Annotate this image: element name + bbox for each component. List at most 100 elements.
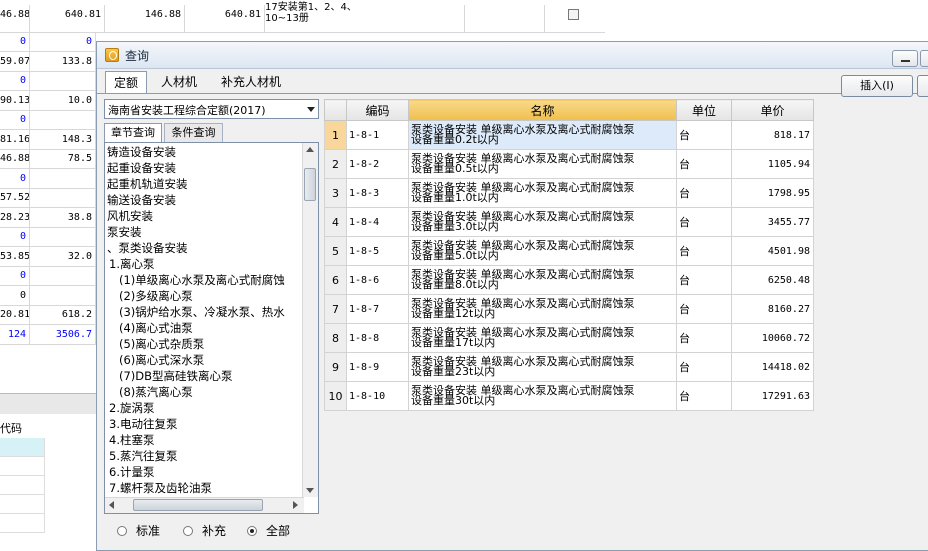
background-row[interactable]: 53.85 32.0 [0,246,96,267]
row-number[interactable]: 7 [324,294,347,324]
close-button[interactable] [917,75,928,97]
background-row[interactable]: 0 [0,110,96,130]
tree-item[interactable]: 输送设备安装 [107,192,176,208]
tree-vertical-scrollbar[interactable] [302,143,318,497]
price-cell[interactable]: 17291.63 [731,381,814,411]
background-row[interactable]: 20.81 618.2 [0,305,96,325]
table-row[interactable]: 10 1-8-10 泵类设备安装 单级离心水泵及离心式耐腐蚀泵 设备重量30t以内台 1… [324,381,814,411]
unit-cell[interactable]: 台 [676,381,732,411]
name-cell[interactable]: 泵类设备安装 单级离心水泵及离心式耐腐蚀泵 设备重量12t以内 [408,294,677,324]
background-row[interactable]: 0 [0,227,96,247]
dialog-titlebar[interactable]: 查询 [97,42,928,69]
scroll-thumb[interactable] [133,499,263,511]
name-cell[interactable]: 泵类设备安装 单级离心水泵及离心式耐腐蚀泵 设备重量23t以内 [408,352,677,382]
tree-item[interactable]: (1)单级离心水泵及离心式耐腐蚀 [119,272,285,288]
price-column-header[interactable]: 单价 [731,99,814,121]
price-cell[interactable]: 1798.95 [731,178,814,208]
unit-cell[interactable]: 台 [676,149,732,179]
background-row[interactable]: 0 [0,168,96,189]
price-cell[interactable]: 4501.98 [731,236,814,266]
table-row[interactable]: 8 1-8-8 泵类设备安装 单级离心水泵及离心式耐腐蚀泵 设备重量17t以内台 100… [324,323,814,353]
code-cell[interactable]: 1-8-2 [346,149,409,179]
background-row[interactable]: 124 3506.7 [0,324,96,345]
background-selected-row[interactable] [0,438,45,457]
radio-all[interactable]: 全部 [247,523,290,539]
background-row[interactable]: 46.88 78.5 [0,149,96,169]
quota-library-select[interactable]: 海南省安装工程综合定额(2017) [104,99,319,119]
unit-cell[interactable]: 台 [676,236,732,266]
tree-item[interactable]: 铸造设备安装 [107,144,176,160]
background-row[interactable]: 0 [0,71,96,91]
name-cell[interactable]: 泵类设备安装 单级离心水泵及离心式耐腐蚀泵 设备重量8.0t以内 [408,265,677,295]
unit-cell[interactable]: 台 [676,265,732,295]
background-row[interactable]: 90.13 10.0 [0,90,96,111]
code-cell[interactable]: 1-8-10 [346,381,409,411]
price-cell[interactable]: 6250.48 [731,265,814,295]
row-number[interactable]: 9 [324,352,347,382]
tree-item[interactable]: (6)离心式深水泵 [119,352,204,368]
unit-cell[interactable]: 台 [676,120,732,150]
tree-item[interactable]: (4)离心式油泵 [119,320,193,336]
name-cell[interactable]: 泵类设备安装 单级离心水泵及离心式耐腐蚀泵 设备重量30t以内 [408,381,677,411]
background-row[interactable]: 0 [0,285,96,306]
tree-item[interactable]: 6.计量泵 [109,464,154,480]
background-row[interactable]: 59.07 133.8 [0,51,96,72]
tree-item[interactable]: 2.旋涡泵 [109,400,154,416]
tree-item[interactable]: 风机安装 [107,208,153,224]
scroll-thumb[interactable] [304,168,316,201]
tree-item[interactable]: 4.柱塞泵 [109,432,154,448]
maximize-button[interactable] [920,50,928,67]
background-row[interactable]: 0 [0,266,96,286]
scroll-up-icon[interactable] [306,147,314,152]
tree-item[interactable]: (5)离心式杂质泵 [119,336,204,352]
background-row[interactable]: 00 [0,32,96,52]
tree-item[interactable]: 泵安装 [107,224,142,240]
tab-condition-query[interactable]: 条件查询 [164,123,223,142]
row-number[interactable]: 6 [324,265,347,295]
unit-cell[interactable]: 台 [676,178,732,208]
name-column-header[interactable]: 名称 [408,99,677,121]
background-row[interactable] [0,476,45,495]
price-cell[interactable]: 818.17 [731,120,814,150]
table-row[interactable]: 4 1-8-4 泵类设备安装 单级离心水泵及离心式耐腐蚀泵 设备重量3.0t以内台 34… [324,207,814,237]
code-cell[interactable]: 1-8-9 [346,352,409,382]
code-cell[interactable]: 1-8-1 [346,120,409,150]
tree-item[interactable]: (3)锅炉给水泵、冷凝水泵、热水 [119,304,285,320]
tree-item[interactable]: 1.离心泵 [109,256,154,272]
tree-item[interactable]: 7.螺杆泵及齿轮油泵 [109,480,212,496]
unit-cell[interactable]: 台 [676,294,732,324]
code-cell[interactable]: 1-8-7 [346,294,409,324]
row-number[interactable]: 3 [324,178,347,208]
unit-cell[interactable]: 台 [676,323,732,353]
table-row[interactable]: 9 1-8-9 泵类设备安装 单级离心水泵及离心式耐腐蚀泵 设备重量23t以内台 144… [324,352,814,382]
code-cell[interactable]: 1-8-8 [346,323,409,353]
tab-quota[interactable]: 定额 [105,71,147,93]
radio-supplementary[interactable]: 补充 [183,523,226,539]
insert-button[interactable]: 插入(I) [841,75,913,97]
background-row[interactable]: 28.23 38.8 [0,207,96,228]
tree-item[interactable]: 3.电动往复泵 [109,416,177,432]
tree-item[interactable]: 、泵类设备安装 [107,240,188,256]
tree-item[interactable]: 起重设备安装 [107,160,176,176]
row-number[interactable]: 10 [324,381,347,411]
code-column-header[interactable]: 编码 [346,99,409,121]
tree-item[interactable]: (2)多级离心泵 [119,288,193,304]
background-row[interactable] [0,495,45,514]
name-cell[interactable]: 泵类设备安装 单级离心水泵及离心式耐腐蚀泵 设备重量0.5t以内 [408,149,677,179]
minimize-button[interactable] [892,50,918,67]
name-cell[interactable]: 泵类设备安装 单级离心水泵及离心式耐腐蚀泵 设备重量3.0t以内 [408,207,677,237]
unit-column-header[interactable]: 单位 [676,99,732,121]
background-row[interactable] [0,514,45,533]
scroll-down-icon[interactable] [306,488,314,493]
table-row[interactable]: 5 1-8-5 泵类设备安装 单级离心水泵及离心式耐腐蚀泵 设备重量5.0t以内台 45… [324,236,814,266]
tree-horizontal-scrollbar[interactable] [105,497,304,513]
scroll-right-icon[interactable] [293,501,298,509]
tree-item[interactable]: 起重机轨道安装 [107,176,188,192]
table-row[interactable]: 6 1-8-6 泵类设备安装 单级离心水泵及离心式耐腐蚀泵 设备重量8.0t以内台 62… [324,265,814,295]
row-number[interactable]: 8 [324,323,347,353]
price-cell[interactable]: 3455.77 [731,207,814,237]
name-cell[interactable]: 泵类设备安装 单级离心水泵及离心式耐腐蚀泵 设备重量1.0t以内 [408,178,677,208]
tree-item[interactable]: 5.蒸汽往复泵 [109,448,177,464]
price-cell[interactable]: 10060.72 [731,323,814,353]
code-cell[interactable]: 1-8-3 [346,178,409,208]
